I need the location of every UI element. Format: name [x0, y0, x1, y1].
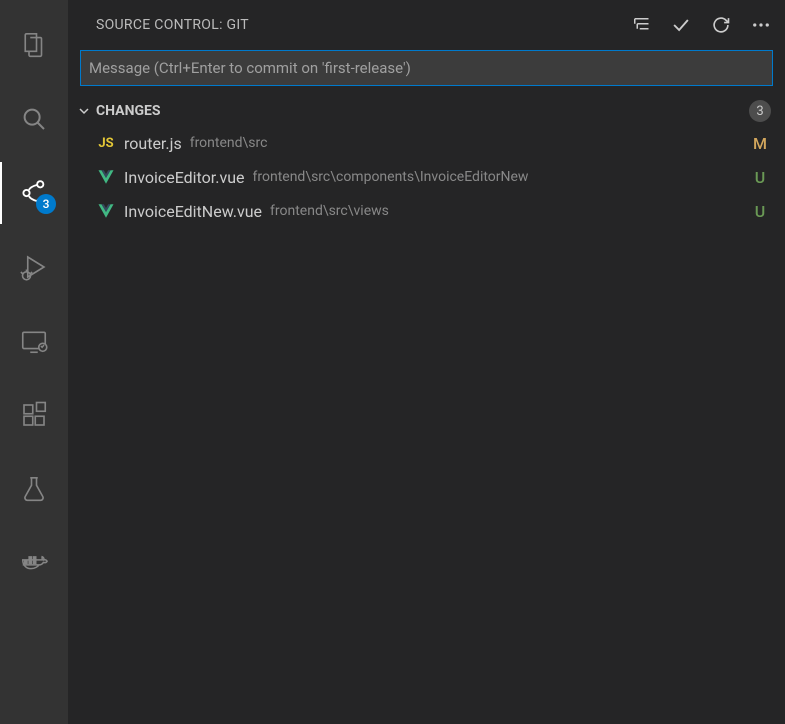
- activity-testing[interactable]: [0, 458, 68, 520]
- file-row[interactable]: JS router.js frontend\src M: [68, 126, 785, 160]
- tree-icon: [631, 15, 651, 35]
- chevron-down-icon: [74, 101, 94, 121]
- activity-extensions[interactable]: [0, 384, 68, 446]
- file-name: router.js: [124, 134, 182, 153]
- check-icon: [671, 15, 691, 35]
- commit-message-input[interactable]: [80, 50, 773, 86]
- file-name: InvoiceEditNew.vue: [124, 202, 262, 221]
- status-modified: M: [751, 134, 769, 153]
- activity-bar: 3: [0, 0, 68, 724]
- activity-run-debug[interactable]: [0, 236, 68, 298]
- status-untracked: U: [751, 202, 769, 221]
- file-path: frontend\src\views: [270, 203, 743, 219]
- beaker-icon: [19, 474, 49, 504]
- vue-file-icon: [96, 202, 116, 220]
- changes-count: 3: [749, 100, 771, 122]
- file-row[interactable]: InvoiceEditNew.vue frontend\src\views U: [68, 194, 785, 228]
- header-actions: [629, 13, 773, 37]
- activity-source-control[interactable]: 3: [0, 162, 68, 224]
- file-path: frontend\src\components\InvoiceEditorNew: [253, 169, 744, 185]
- sidebar-header: SOURCE CONTROL: GIT: [68, 0, 785, 50]
- file-path: frontend\src: [190, 135, 743, 151]
- view-tree-button[interactable]: [629, 13, 653, 37]
- file-name: InvoiceEditor.vue: [124, 168, 245, 187]
- js-file-icon: JS: [96, 136, 116, 151]
- status-untracked: U: [751, 168, 769, 187]
- activity-search[interactable]: [0, 88, 68, 150]
- changes-label: CHANGES: [96, 103, 747, 119]
- refresh-icon: [711, 15, 731, 35]
- refresh-button[interactable]: [709, 13, 733, 37]
- vue-file-icon: [96, 168, 116, 186]
- commit-input-wrap: [68, 50, 785, 96]
- extensions-icon: [19, 400, 49, 430]
- ellipsis-icon: [751, 15, 771, 35]
- more-actions-button[interactable]: [749, 13, 773, 37]
- commit-button[interactable]: [669, 13, 693, 37]
- scm-badge: 3: [36, 194, 56, 214]
- debug-icon: [19, 252, 49, 282]
- source-control-sidebar: SOURCE CONTROL: GIT: [68, 0, 785, 724]
- activity-remote[interactable]: [0, 310, 68, 372]
- sidebar-title: SOURCE CONTROL: GIT: [96, 17, 249, 33]
- changes-section-header[interactable]: CHANGES 3: [68, 96, 785, 126]
- changed-files-list: JS router.js frontend\src M InvoiceEdito…: [68, 126, 785, 228]
- remote-icon: [19, 326, 49, 356]
- activity-explorer[interactable]: [0, 14, 68, 76]
- activity-docker[interactable]: [0, 532, 68, 594]
- files-icon: [19, 30, 49, 60]
- file-row[interactable]: InvoiceEditor.vue frontend\src\component…: [68, 160, 785, 194]
- search-icon: [19, 104, 49, 134]
- docker-icon: [19, 548, 49, 578]
